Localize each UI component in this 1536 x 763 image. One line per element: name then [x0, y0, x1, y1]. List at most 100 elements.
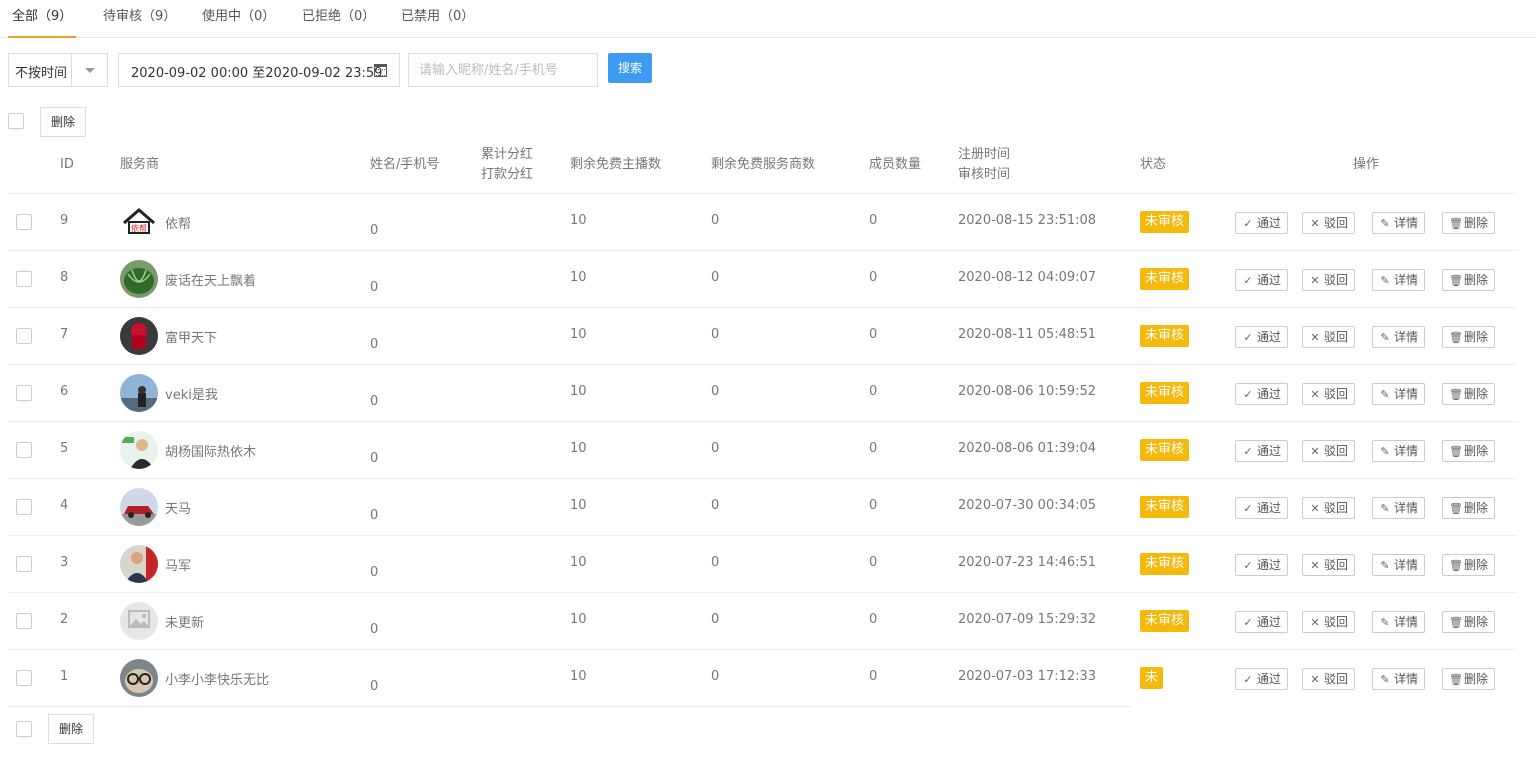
- table-row: 4 天马 0 10 0 0 2020-07-30 00:34:05 未审核 ✓ 通过 ✕ 驳回 ✎ 详情 🗑…: [8, 479, 1517, 536]
- detail-button[interactable]: ✎ 详情: [1372, 212, 1426, 234]
- row-checkbox[interactable]: [16, 214, 32, 230]
- dividend-value: 0: [370, 337, 379, 352]
- free-providers-value: 0: [711, 498, 720, 513]
- reject-button[interactable]: ✕ 驳回: [1302, 497, 1356, 519]
- provider-name: 废话在天上飘着: [165, 274, 257, 289]
- check-icon: ✓: [1243, 502, 1253, 515]
- table-row: 1 小李小李快乐无比 0 10 0 0 2020-07-03 17:12:33 未审核 ✓ 通过 ✕…: [8, 650, 1496, 729]
- date-range-picker[interactable]: 2020-09-02 00:00 至2020-09-02 23:59: [118, 53, 400, 87]
- reject-button[interactable]: ✕ 驳回: [1302, 383, 1356, 405]
- reject-button[interactable]: ✕ 驳回: [1302, 212, 1356, 234]
- select-all-checkbox[interactable]: [8, 113, 24, 129]
- approve-button[interactable]: ✓ 通过: [1235, 497, 1289, 519]
- bulk-delete-button-bottom[interactable]: 删除: [48, 714, 94, 744]
- approve-button[interactable]: ✓ 通过: [1235, 668, 1289, 690]
- row-checkbox[interactable]: [16, 613, 32, 629]
- table-row: 5 胡杨国际热依木 0 10 0 0 2020-08-06 01:39:04 未审核 ✓ 通过 ✕ 驳…: [8, 422, 1517, 479]
- delete-button[interactable]: 🗑删除: [1442, 440, 1496, 462]
- col-register-time: 注册时间: [958, 147, 1011, 162]
- detail-button[interactable]: ✎ 详情: [1372, 440, 1426, 462]
- row-checkbox[interactable]: [16, 271, 32, 287]
- row-checkbox[interactable]: [16, 499, 32, 515]
- status-badge: 未审核: [1140, 382, 1190, 404]
- approve-label: 通过: [1257, 330, 1282, 344]
- calendar-icon: [374, 64, 387, 77]
- close-icon: ✕: [1310, 673, 1320, 686]
- delete-button[interactable]: 🗑删除: [1442, 212, 1496, 234]
- approve-label: 通过: [1257, 216, 1282, 230]
- detail-button[interactable]: ✎ 详情: [1372, 497, 1426, 519]
- reject-button[interactable]: ✕ 驳回: [1302, 326, 1356, 348]
- check-icon: ✓: [1243, 388, 1253, 401]
- approve-label: 通过: [1257, 558, 1282, 572]
- detail-button[interactable]: ✎ 详情: [1372, 326, 1426, 348]
- row-checkbox[interactable]: [16, 442, 32, 458]
- status-badge: 未审核: [1140, 553, 1190, 575]
- tab-all[interactable]: 全部（9）: [8, 8, 77, 38]
- reject-button[interactable]: ✕ 驳回: [1302, 269, 1356, 291]
- reject-button[interactable]: ✕ 驳回: [1302, 611, 1356, 633]
- select-all-checkbox-bottom[interactable]: [16, 721, 32, 737]
- delete-button[interactable]: 🗑删除: [1442, 668, 1496, 690]
- approve-button[interactable]: ✓ 通过: [1235, 383, 1289, 405]
- delete-button[interactable]: 🗑删除: [1442, 326, 1496, 348]
- detail-label: 详情: [1394, 273, 1419, 287]
- status-badge: 未审核: [1140, 325, 1190, 347]
- reject-button[interactable]: ✕ 驳回: [1302, 554, 1356, 576]
- approve-button[interactable]: ✓ 通过: [1235, 611, 1289, 633]
- delete-button[interactable]: 🗑删除: [1442, 611, 1496, 633]
- approve-button[interactable]: ✓ 通过: [1235, 554, 1289, 576]
- approve-button[interactable]: ✓ 通过: [1235, 269, 1289, 291]
- dividend-value: 0: [370, 280, 379, 295]
- row-checkbox[interactable]: [16, 385, 32, 401]
- approve-button[interactable]: ✓ 通过: [1235, 212, 1289, 234]
- row-checkbox[interactable]: [16, 670, 32, 686]
- check-icon: ✓: [1243, 559, 1253, 572]
- delete-label: 删除: [1464, 444, 1489, 458]
- detail-button[interactable]: ✎ 详情: [1372, 269, 1426, 291]
- row-id: 8: [60, 270, 69, 285]
- tab-disabled[interactable]: 已禁用（0）: [401, 8, 474, 38]
- delete-button[interactable]: 🗑删除: [1442, 554, 1496, 576]
- reject-label: 驳回: [1324, 444, 1349, 458]
- status-badge: 未审核: [1140, 667, 1164, 729]
- tab-pending[interactable]: 待审核（9）: [103, 8, 176, 38]
- col-id: ID: [60, 157, 74, 172]
- row-id: 7: [60, 327, 69, 342]
- search-input[interactable]: [408, 53, 598, 87]
- time-filter-value: 不按时间: [15, 66, 68, 81]
- table-row: 8 废话在天上飘着 0 10 0 0 2020-08-12 04:09:07 未审核 ✓ 通过 ✕ 驳…: [8, 251, 1517, 308]
- row-checkbox[interactable]: [16, 328, 32, 344]
- detail-button[interactable]: ✎ 详情: [1372, 383, 1426, 405]
- members-value: 0: [869, 327, 878, 342]
- tab-in-use[interactable]: 使用中（0）: [202, 8, 275, 38]
- bulk-delete-button[interactable]: 删除: [40, 107, 86, 137]
- members-value: 0: [869, 441, 878, 456]
- trash-icon: 🗑: [1449, 502, 1463, 515]
- time-filter-select[interactable]: 不按时间: [8, 53, 108, 87]
- reject-button[interactable]: ✕ 驳回: [1302, 668, 1356, 690]
- delete-button[interactable]: 🗑删除: [1442, 269, 1496, 291]
- row-checkbox[interactable]: [16, 556, 32, 572]
- avatar: [120, 317, 158, 355]
- row-id: 9: [60, 213, 69, 228]
- approve-button[interactable]: ✓ 通过: [1235, 440, 1289, 462]
- detail-label: 详情: [1394, 387, 1419, 401]
- provider-name: 马军: [165, 559, 192, 574]
- members-value: 0: [869, 612, 878, 627]
- detail-button[interactable]: ✎ 详情: [1372, 554, 1426, 576]
- free-anchors-value: 10: [570, 441, 587, 456]
- register-time: 2020-08-12 04:09:07: [958, 270, 1097, 285]
- reject-button[interactable]: ✕ 驳回: [1302, 440, 1356, 462]
- search-button[interactable]: 搜索: [608, 53, 652, 83]
- chevron-down-icon[interactable]: [71, 54, 107, 86]
- pencil-icon: ✎: [1380, 274, 1390, 287]
- tab-rejected[interactable]: 已拒绝（0）: [302, 8, 375, 38]
- register-time: 2020-07-23 14:46:51: [958, 555, 1097, 570]
- delete-button[interactable]: 🗑删除: [1442, 497, 1496, 519]
- detail-button[interactable]: ✎ 详情: [1372, 611, 1426, 633]
- delete-button[interactable]: 🗑删除: [1442, 383, 1496, 405]
- detail-button[interactable]: ✎ 详情: [1372, 668, 1426, 690]
- free-anchors-value: 10: [570, 213, 587, 228]
- approve-button[interactable]: ✓ 通过: [1235, 326, 1289, 348]
